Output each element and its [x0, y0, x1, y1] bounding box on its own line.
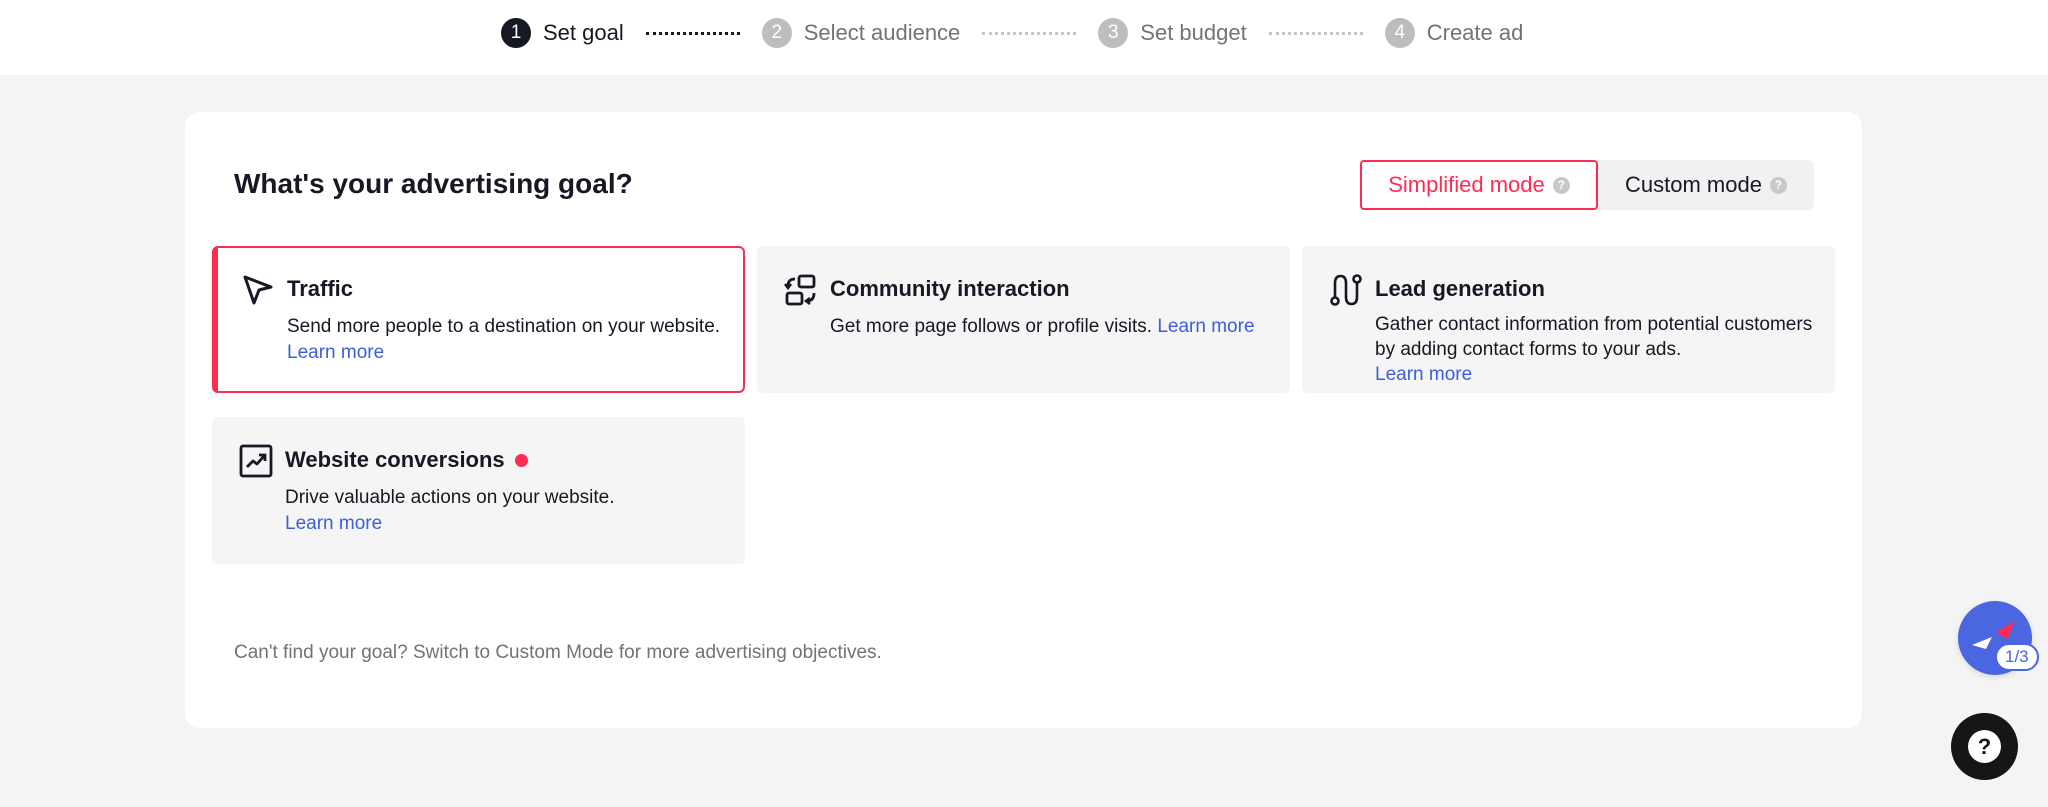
- simplified-mode-label: Simplified mode: [1388, 172, 1545, 197]
- step-connector: [1268, 31, 1363, 35]
- step-label: Select audience: [803, 20, 961, 45]
- step-connector: [982, 31, 1077, 35]
- mode-switch: Simplified mode ? Custom mode ?: [1360, 160, 1814, 210]
- step-label: Set budget: [1140, 20, 1247, 45]
- goal-card-community-interaction[interactable]: Community interaction Get more page foll…: [757, 246, 1290, 393]
- step-set-budget[interactable]: 3 Set budget: [1098, 18, 1247, 48]
- custom-mode-button[interactable]: Custom mode ?: [1598, 160, 1814, 210]
- lead-path-icon: [1330, 274, 1362, 306]
- goal-description-text: Gather contact information from potentia…: [1375, 314, 1813, 360]
- goal-description-text: Get more page follows or profile visits.: [830, 316, 1153, 337]
- step-number-badge: 4: [1384, 18, 1415, 48]
- goal-title: Traffic: [287, 276, 354, 301]
- step-select-audience[interactable]: 2 Select audience: [761, 18, 961, 48]
- goal-selection-panel: What's your advertising goal? Simplified…: [185, 112, 1862, 728]
- help-circle-icon[interactable]: ?: [1769, 176, 1787, 194]
- goal-card-traffic[interactable]: Traffic Send more people to a destinatio…: [212, 246, 745, 393]
- learn-more-link[interactable]: Learn more: [287, 342, 384, 363]
- help-circle-icon[interactable]: ?: [1552, 176, 1570, 194]
- goal-description: Get more page follows or profile visits.…: [830, 314, 1270, 340]
- step-set-goal[interactable]: 1 Set goal: [501, 18, 624, 48]
- step-connector: [645, 31, 740, 35]
- goal-title-text: Website conversions: [285, 447, 505, 472]
- goal-description-text: Send more people to a destination on you…: [287, 316, 721, 337]
- goal-title: Community interaction: [830, 276, 1070, 301]
- simplified-mode-button[interactable]: Simplified mode ?: [1360, 160, 1598, 210]
- learn-more-link[interactable]: Learn more: [1157, 316, 1254, 337]
- goal-card-lead-generation[interactable]: Lead generation Gather contact informati…: [1302, 246, 1835, 393]
- trend-chart-icon: [239, 444, 273, 478]
- top-bar: 1 Set goal 2 Select audience 3 Set budge…: [0, 0, 2048, 75]
- question-mark-icon: ?: [1968, 730, 2001, 763]
- goal-description-text: Drive valuable actions on your website.: [285, 487, 615, 508]
- guide-progress-badge: 1/3: [1995, 643, 2039, 671]
- step-number-badge: 2: [761, 18, 792, 48]
- learn-more-link[interactable]: Learn more: [285, 513, 382, 534]
- page-title: What's your advertising goal?: [234, 168, 633, 199]
- step-number-badge: 1: [501, 18, 531, 48]
- learn-more-link[interactable]: Learn more: [1375, 364, 1472, 385]
- goal-description: Gather contact information from potentia…: [1375, 312, 1815, 387]
- community-swap-icon: [784, 274, 816, 306]
- new-indicator-dot: [514, 453, 528, 467]
- goal-description: Send more people to a destination on you…: [287, 314, 723, 366]
- step-label: Create ad: [1426, 20, 1524, 45]
- cursor-arrow-icon: [243, 275, 273, 305]
- help-button[interactable]: ?: [1951, 713, 2018, 780]
- custom-mode-hint: Can't find your goal? Switch to Custom M…: [234, 642, 882, 663]
- step-create-ad[interactable]: 4 Create ad: [1384, 18, 1524, 48]
- goal-description: Drive valuable actions on your website. …: [285, 485, 725, 537]
- step-label: Set goal: [543, 20, 624, 45]
- goal-card-website-conversions[interactable]: Website conversions Drive valuable actio…: [212, 417, 745, 564]
- step-number-badge: 3: [1098, 18, 1129, 48]
- progress-stepper: 1 Set goal 2 Select audience 3 Set budge…: [501, 17, 1523, 49]
- custom-mode-label: Custom mode: [1625, 172, 1762, 197]
- goal-title: Lead generation: [1375, 276, 1545, 301]
- goal-title: Website conversions: [285, 445, 725, 475]
